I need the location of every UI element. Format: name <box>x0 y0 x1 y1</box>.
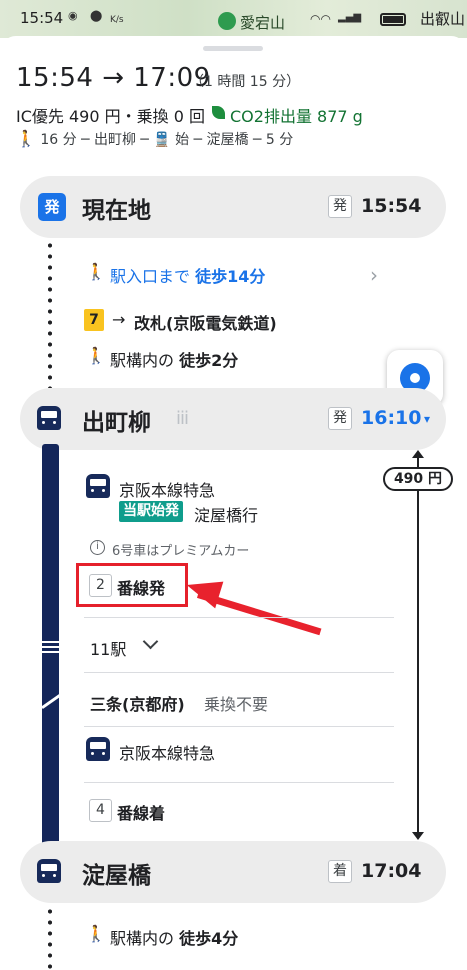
train-icon <box>37 406 61 430</box>
train-icon <box>86 474 110 498</box>
gate-arrow: → <box>112 310 126 329</box>
leaf-icon <box>212 106 225 119</box>
map-place-label: 愛宕山 <box>240 14 286 32</box>
divider <box>84 782 394 783</box>
origin-station-tag: 当駅始発 <box>119 501 183 522</box>
train-destination: 淀屋橋行 <box>194 506 259 525</box>
gate-label: 改札(京阪電気鉄道) <box>134 314 277 333</box>
station-2-name: 淀屋橋 <box>82 863 151 889</box>
sheet-drag-handle[interactable] <box>203 46 263 51</box>
route-duration: （1 時間 15 分） <box>190 74 301 90</box>
map-place-label-right: 出叡山 <box>419 10 465 28</box>
train-2-line-name: 京阪本線特急 <box>119 744 216 763</box>
battery-icon <box>380 13 406 26</box>
status-time: 15:54 <box>20 9 64 27</box>
station-1-name: 出町柳 <box>82 410 151 436</box>
divider <box>84 726 394 727</box>
fare-summary: IC優先 490 円・乗換 0 回 <box>16 107 205 126</box>
info-icon: i <box>90 540 105 555</box>
origin-depart-chip: 発 <box>328 195 352 218</box>
rail-stop-mark <box>42 651 59 653</box>
chevron-right-icon[interactable]: › <box>370 263 378 287</box>
station-1-depart-chip: 発 <box>328 407 352 430</box>
car-note: 6号車はプレミアムカー <box>112 544 250 559</box>
wifi-icon: ◠◠ <box>310 12 331 26</box>
walk-path-dots <box>48 240 52 388</box>
exit-number-badge: 7 <box>84 309 104 331</box>
train-line-name: 京阪本線特急 <box>119 481 216 500</box>
rail-stop-mark <box>42 641 59 643</box>
arrow-icon: → <box>102 63 125 93</box>
station-1-time[interactable]: 16:10 <box>361 407 421 429</box>
rail-stop-mark <box>42 646 59 648</box>
walk-icon: 🚶 <box>86 262 106 281</box>
origin-name: 現在地 <box>82 198 151 224</box>
train-icon <box>37 859 61 883</box>
route-summary: 🚶 16 分 ─ 出町柳 ─ 🚆 始 ─ 淀屋橋 ─ 5 分 <box>16 129 294 148</box>
walk-icon: 🚶 <box>86 924 106 943</box>
divider <box>84 617 394 618</box>
mountain-icon <box>218 12 236 30</box>
transfer-note: 乗換不要 <box>204 695 269 714</box>
net-speed: K/s <box>110 15 124 25</box>
origin-badge: 発 <box>38 193 66 221</box>
depart-time: 15:54 <box>16 63 94 93</box>
walk-icon: 🚶 <box>16 129 36 148</box>
location-pin-icon: ⬤ <box>90 9 103 22</box>
stops-toggle[interactable]: 11駅 <box>90 636 126 660</box>
fare-badge: 490 円 <box>383 467 453 491</box>
crowd-icon: iii <box>176 408 189 429</box>
eye-icon: ◉ <box>68 9 78 22</box>
station-2-arrive-chip: 着 <box>328 860 352 883</box>
route-times: 15:54 → 17:09 <box>16 63 211 93</box>
origin-time: 15:54 <box>361 195 422 217</box>
signal-icon: ▂▄▆ <box>338 12 362 23</box>
divider <box>84 672 394 673</box>
arrow-up-icon <box>412 450 424 458</box>
station-2-time: 17:04 <box>361 860 422 882</box>
walk-in-station-2: 駅構内の 徒歩4分 <box>110 929 239 948</box>
arrival-platform-label: 番線着 <box>117 804 166 823</box>
screen: { "status_bar": { "time": "15:54", "net_… <box>0 0 467 970</box>
transfer-stop-name: 三条(京都府) <box>90 695 185 714</box>
walk-icon: 🚶 <box>86 346 106 365</box>
co2-emission: CO2排出量 877 g <box>230 107 363 126</box>
train-icon <box>86 737 110 761</box>
chevron-down-icon[interactable]: ▾ <box>424 412 430 426</box>
arrow-down-icon <box>412 832 424 840</box>
arrival-platform-number: 4 <box>89 799 112 822</box>
annotation-highlight-box <box>76 563 188 607</box>
fare-span-line <box>417 455 419 835</box>
walk-in-station-1: 駅構内の 徒歩2分 <box>110 351 239 370</box>
status-bar: 15:54 ◉ ⬤ K/s 愛宕山 ◠◠ ▂▄▆ 出叡山 <box>0 0 467 38</box>
walk-to-entrance[interactable]: 駅入口まで 徒歩14分 <box>110 263 265 287</box>
walk-path-dots <box>48 906 52 970</box>
